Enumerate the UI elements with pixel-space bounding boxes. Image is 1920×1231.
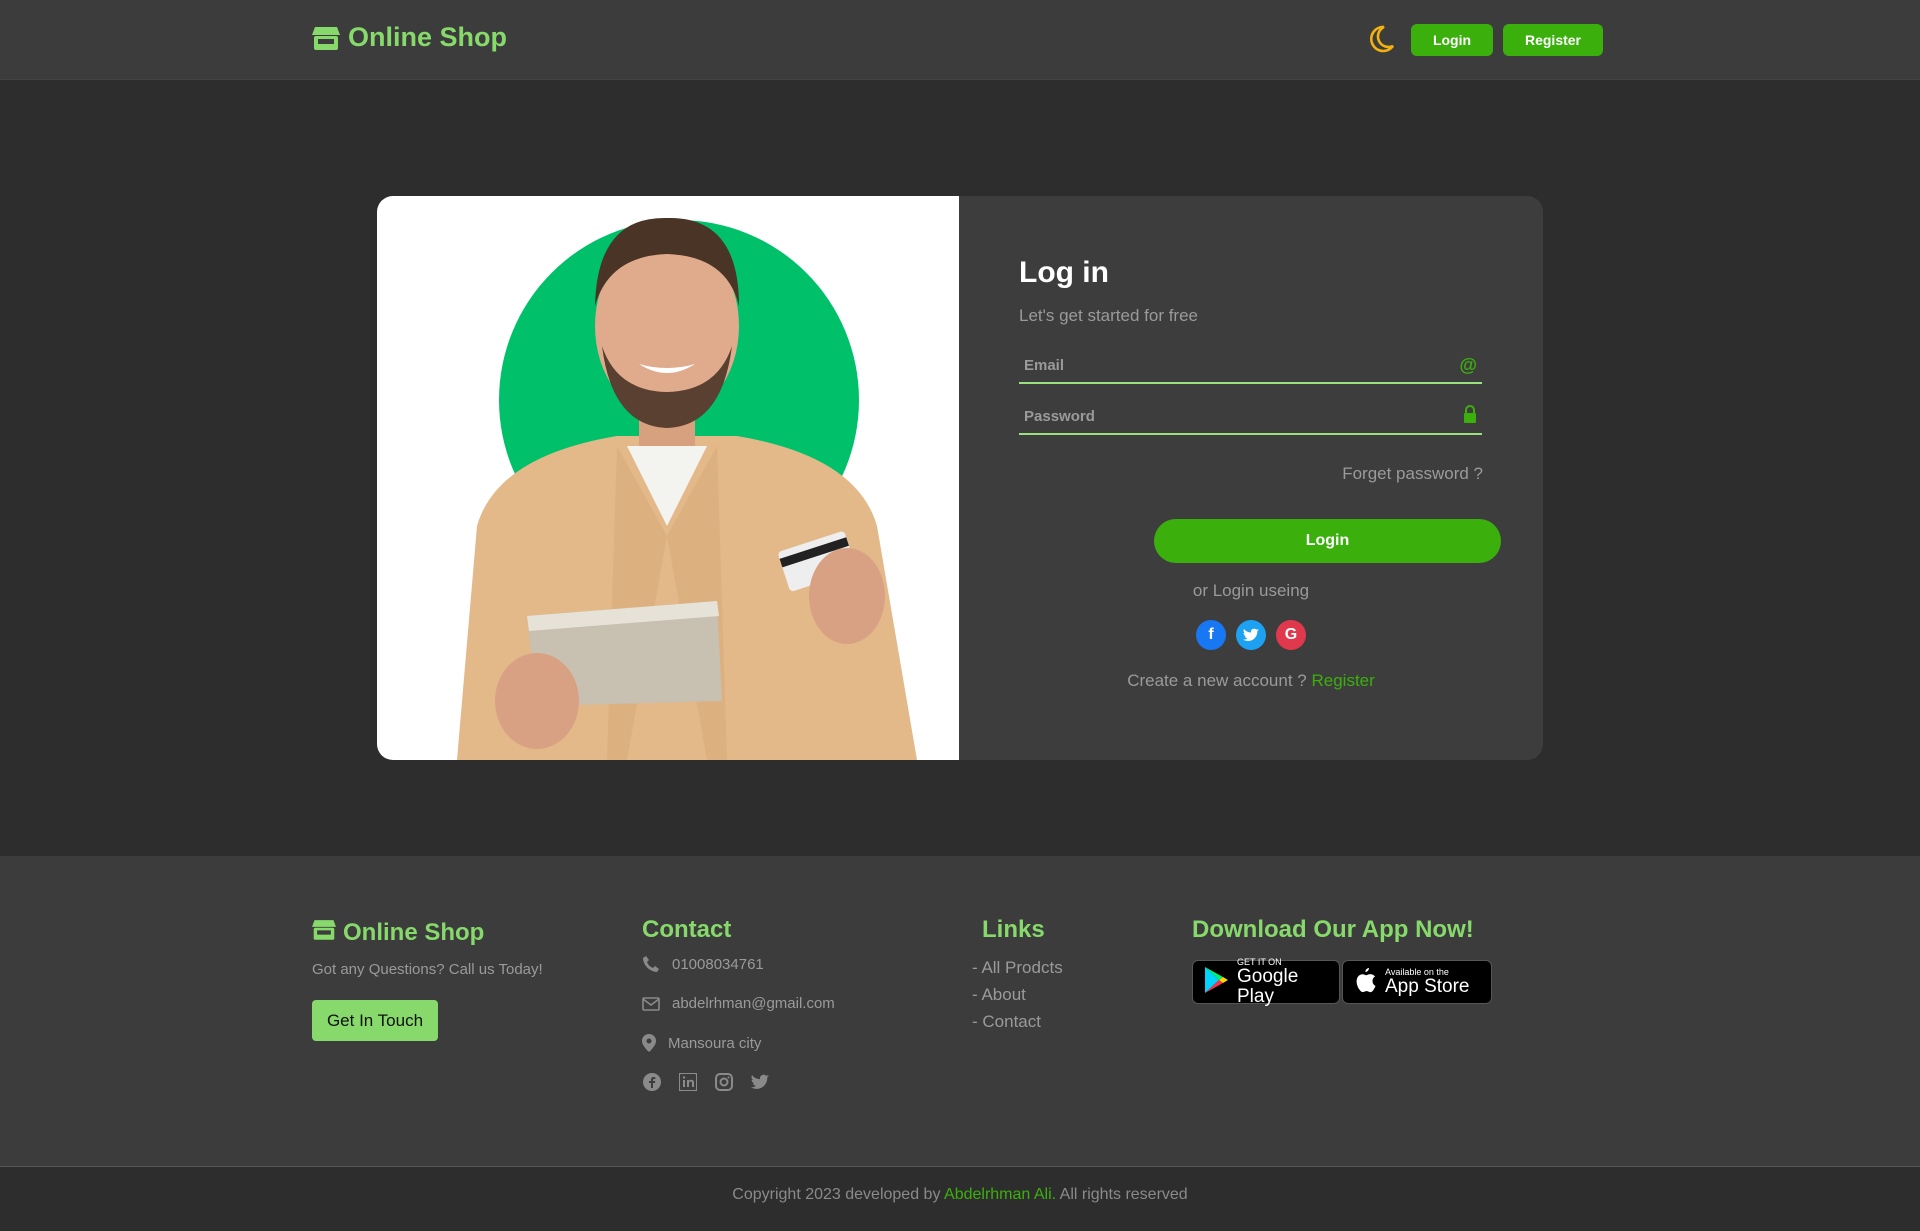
or-login-label: or Login useing <box>1192 581 1310 600</box>
login-form-panel: Log in Let's get started for free @ Forg… <box>959 196 1543 760</box>
login-card: Log in Let's get started for free @ Forg… <box>377 196 1543 760</box>
contact-phone: 01008034761 <box>642 955 764 973</box>
forget-password-link[interactable]: Forget password ? <box>1342 464 1483 484</box>
link-all-products[interactable]: - All Prodcts <box>972 954 1063 981</box>
copyright-text: Copyright 2023 developed by Abdelrhman A… <box>0 1186 1920 1204</box>
brand-name: Online Shop <box>348 22 507 52</box>
phone-number: 01008034761 <box>672 955 764 973</box>
contact-email: abdelrhman@gmail.com <box>642 995 835 1012</box>
top-navbar: Online Shop Login Register <box>0 0 1920 80</box>
get-in-touch-button[interactable]: Get In Touch <box>312 1000 438 1041</box>
login-title: Log in <box>1019 256 1109 289</box>
copyright-suffix: All rights reserved <box>1059 1186 1188 1203</box>
email-field: @ <box>1019 348 1482 384</box>
instagram-icon[interactable] <box>714 1072 734 1092</box>
email-address: abdelrhman@gmail.com <box>672 995 835 1012</box>
create-account-text: Create a new account ? Register <box>959 671 1543 691</box>
email-input[interactable] <box>1024 356 1424 374</box>
hero-image <box>377 196 959 760</box>
create-account-label: Create a new account ? <box>1127 671 1307 690</box>
register-link[interactable]: Register <box>1311 671 1374 690</box>
phone-icon <box>642 955 660 973</box>
google-play-badge[interactable]: GET IT ON Google Play <box>1192 957 1340 1007</box>
footer-tagline: Got any Questions? Call us Today! <box>312 961 543 978</box>
contact-location: Mansoura city <box>642 1034 761 1052</box>
footer: Online Shop Got any Questions? Call us T… <box>0 856 1920 1167</box>
twitter-login-icon[interactable] <box>1236 620 1266 650</box>
footer-social-links <box>642 1072 770 1092</box>
twitter-icon[interactable] <box>750 1072 770 1092</box>
shop-icon <box>312 918 336 948</box>
link-contact[interactable]: - Contact <box>972 1008 1063 1035</box>
lock-icon <box>1463 404 1477 428</box>
password-input[interactable] <box>1024 407 1424 425</box>
footer-brand[interactable]: Online Shop <box>312 918 484 948</box>
app-store-big: App Store <box>1385 976 1470 997</box>
location-text: Mansoura city <box>668 1034 762 1052</box>
facebook-login-icon[interactable]: f <box>1196 620 1226 650</box>
facebook-icon[interactable] <box>642 1072 662 1092</box>
link-about[interactable]: - About <box>972 981 1063 1008</box>
footer-links-list: - All Prodcts - About - Contact <box>972 954 1063 1035</box>
login-submit-button[interactable]: Login <box>1154 519 1501 563</box>
at-icon: @ <box>1459 354 1477 375</box>
contact-title: Contact <box>642 916 732 943</box>
google-login-icon[interactable]: G <box>1276 620 1306 650</box>
map-pin-icon <box>642 1034 656 1052</box>
google-play-big: Google Play <box>1237 966 1299 1007</box>
envelope-icon <box>642 996 660 1011</box>
header-login-button[interactable]: Login <box>1411 24 1493 56</box>
footer-brand-name: Online Shop <box>343 919 485 946</box>
linkedin-icon[interactable] <box>678 1072 698 1092</box>
moon-icon[interactable] <box>1366 24 1396 54</box>
social-login-group: f G <box>1167 620 1335 650</box>
author-link[interactable]: Abdelrhman Ali. <box>944 1186 1056 1203</box>
copyright-prefix: Copyright 2023 developed by <box>732 1186 941 1203</box>
header-register-button[interactable]: Register <box>1503 24 1603 56</box>
google-play-icon <box>1203 966 1229 999</box>
apple-icon <box>1353 966 1377 999</box>
login-subtitle: Let's get started for free <box>1019 306 1199 325</box>
shop-icon <box>312 25 340 51</box>
password-field <box>1019 399 1482 435</box>
brand-logo[interactable]: Online Shop <box>312 22 507 53</box>
app-store-badge[interactable]: Available on the App Store <box>1342 960 1492 1004</box>
links-title: Links <box>982 916 1045 943</box>
download-app-title: Download Our App Now! <box>1192 916 1474 943</box>
